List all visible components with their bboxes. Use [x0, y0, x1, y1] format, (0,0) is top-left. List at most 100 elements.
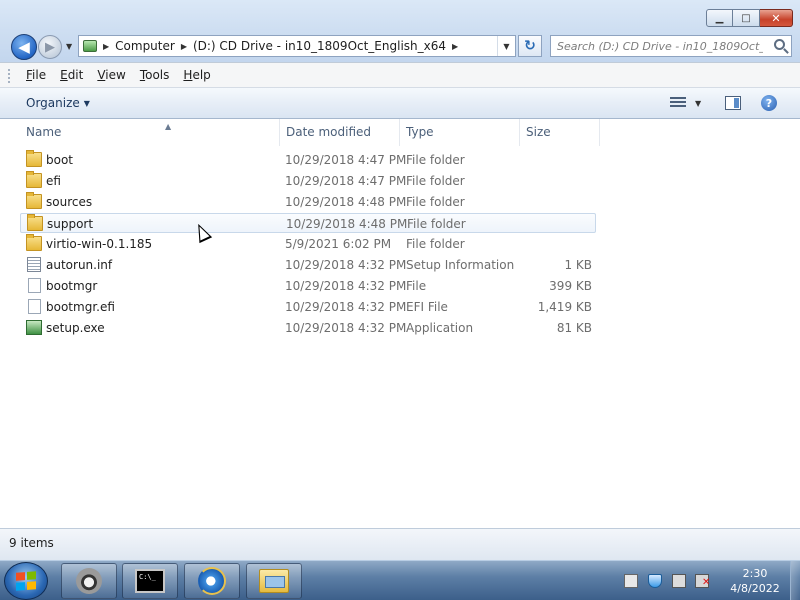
list-item[interactable]: sources 10/29/2018 4:48 PM File folder [20, 192, 596, 212]
file-icon [28, 299, 41, 314]
status-bar: 9 items [0, 528, 800, 560]
address-dropdown[interactable]: ▼ [497, 36, 515, 56]
chevron-down-icon: ▼ [83, 98, 90, 108]
file-type: File folder [406, 153, 465, 167]
maximize-button[interactable]: □ [733, 9, 760, 27]
file-size: 1 KB [564, 258, 592, 272]
breadcrumb-arrow[interactable]: ▶ [181, 42, 187, 51]
column-header-date[interactable]: Date modified [280, 119, 400, 146]
organize-label: Organize [26, 96, 80, 110]
search-input[interactable] [557, 39, 763, 53]
breadcrumb-arrow[interactable]: ▶ [452, 42, 458, 51]
menu-tools[interactable]: Tools [140, 68, 170, 82]
file-icon [28, 278, 41, 293]
security-shield-icon[interactable] [648, 574, 662, 588]
flag-pane [27, 571, 36, 580]
list-item[interactable]: boot 10/29/2018 4:47 PM File folder [20, 150, 596, 170]
menu-edit-label: dit [67, 68, 84, 82]
menu-file[interactable]: File [26, 68, 46, 82]
change-view-icon[interactable] [670, 97, 686, 110]
clock[interactable]: 2:30 4/8/2022 [725, 566, 785, 596]
menu-tools-label: ools [145, 68, 170, 82]
search-icon[interactable] [774, 39, 785, 50]
clock-date: 4/8/2022 [730, 582, 780, 595]
file-date: 10/29/2018 4:48 PM [285, 195, 407, 209]
close-button[interactable]: ✕ [760, 9, 793, 27]
column-header-name[interactable]: Name ▲ [20, 119, 280, 146]
menu-edit[interactable]: Edit [60, 68, 83, 82]
list-item-hovered[interactable]: support 10/29/2018 4:48 PM File folder [20, 213, 596, 233]
title-bar: ▁ □ ✕ ◀ ▶ ▼ ▶ Computer ▶ (D:) CD Drive -… [0, 0, 800, 62]
file-date: 5/9/2021 6:02 PM [285, 237, 392, 251]
command-bar: Organize ▼ ▼ ? [0, 88, 800, 119]
file-size: 399 KB [549, 279, 592, 293]
file-name: autorun.inf [46, 258, 113, 272]
minimize-button[interactable]: ▁ [706, 9, 733, 27]
list-item[interactable]: bootmgr 10/29/2018 4:32 PM File 399 KB [20, 276, 596, 296]
menu-view[interactable]: View [97, 68, 125, 82]
refresh-button[interactable]: ↻ [518, 35, 542, 57]
list-item[interactable]: virtio-win-0.1.185 5/9/2021 6:02 PM File… [20, 234, 596, 254]
file-type: File folder [406, 195, 465, 209]
windows-explorer-icon [259, 569, 289, 593]
volume-muted-icon[interactable] [695, 574, 710, 588]
file-name: efi [46, 174, 61, 188]
file-name: support [47, 217, 94, 231]
help-icon[interactable]: ? [761, 95, 777, 111]
breadcrumb-computer[interactable]: Computer [115, 39, 175, 53]
forward-button[interactable]: ▶ [38, 35, 62, 59]
list-item[interactable]: bootmgr.efi 10/29/2018 4:32 PM EFI File … [20, 297, 596, 317]
list-item[interactable]: efi 10/29/2018 4:47 PM File folder [20, 171, 596, 191]
command-prompt-icon: C:\_ [135, 569, 165, 593]
menu-grip [8, 69, 11, 83]
menu-help[interactable]: Help [183, 68, 210, 82]
show-desktop-button[interactable] [790, 561, 800, 600]
menu-help-label: elp [192, 68, 211, 82]
breadcrumb-cd-drive[interactable]: (D:) CD Drive - in10_1809Oct_English_x64 [193, 39, 446, 53]
window-controls: ▁ □ ✕ [706, 9, 793, 27]
breadcrumb-arrow[interactable]: ▶ [103, 42, 109, 51]
column-header-type[interactable]: Type [400, 119, 520, 146]
file-date: 10/29/2018 4:47 PM [285, 153, 407, 167]
column-header-size[interactable]: Size [520, 119, 600, 146]
action-center-icon[interactable] [624, 574, 638, 588]
list-item[interactable]: setup.exe 10/29/2018 4:32 PM Application… [20, 318, 596, 338]
file-name: setup.exe [46, 321, 105, 335]
organize-button[interactable]: Organize ▼ [26, 96, 90, 110]
menu-bar: File Edit View Tools Help [0, 62, 800, 88]
search-box[interactable] [550, 35, 792, 57]
column-name-label: Name [26, 125, 62, 139]
start-button[interactable] [4, 562, 48, 600]
column-headers: Name ▲ Date modified Type Size [0, 119, 800, 146]
view-options-dropdown[interactable]: ▼ [695, 99, 701, 108]
taskbar: C:\_ 2:30 4/8/2022 [0, 560, 800, 600]
flag-pane [27, 581, 36, 590]
menu-file-label: ile [32, 68, 47, 82]
file-date: 10/29/2018 4:32 PM [285, 258, 407, 272]
windows-logo-icon [16, 571, 36, 591]
file-type: EFI File [406, 300, 448, 314]
flag-pane [16, 572, 25, 581]
file-size: 81 KB [556, 321, 592, 335]
folder-icon [26, 150, 42, 167]
taskbar-app-cmd[interactable]: C:\_ [122, 563, 178, 599]
folder-icon [26, 192, 42, 209]
taskbar-app-ie[interactable] [184, 563, 240, 599]
address-bar[interactable]: ▶ Computer ▶ (D:) CD Drive - in10_1809Oc… [78, 35, 516, 57]
recent-pages-dropdown[interactable]: ▼ [66, 42, 72, 51]
explorer-window: ▁ □ ✕ ◀ ▶ ▼ ▶ Computer ▶ (D:) CD Drive -… [0, 0, 800, 560]
clock-time: 2:30 [742, 567, 768, 580]
taskbar-app-raccoon[interactable] [61, 563, 117, 599]
list-item[interactable]: autorun.inf 10/29/2018 4:32 PM Setup Inf… [20, 255, 596, 275]
preview-pane-icon[interactable] [725, 96, 741, 110]
file-date: 10/29/2018 4:48 PM [286, 217, 408, 231]
taskbar-app-explorer[interactable] [246, 563, 302, 599]
back-button[interactable]: ◀ [11, 34, 37, 60]
menu-edit-accel: E [60, 68, 68, 82]
file-name: bootmgr [46, 279, 98, 293]
file-name: virtio-win-0.1.185 [46, 237, 153, 251]
item-count: 9 items [9, 536, 54, 550]
file-type: Setup Information [406, 258, 515, 272]
file-name: boot [46, 153, 74, 167]
network-icon[interactable] [672, 574, 686, 588]
